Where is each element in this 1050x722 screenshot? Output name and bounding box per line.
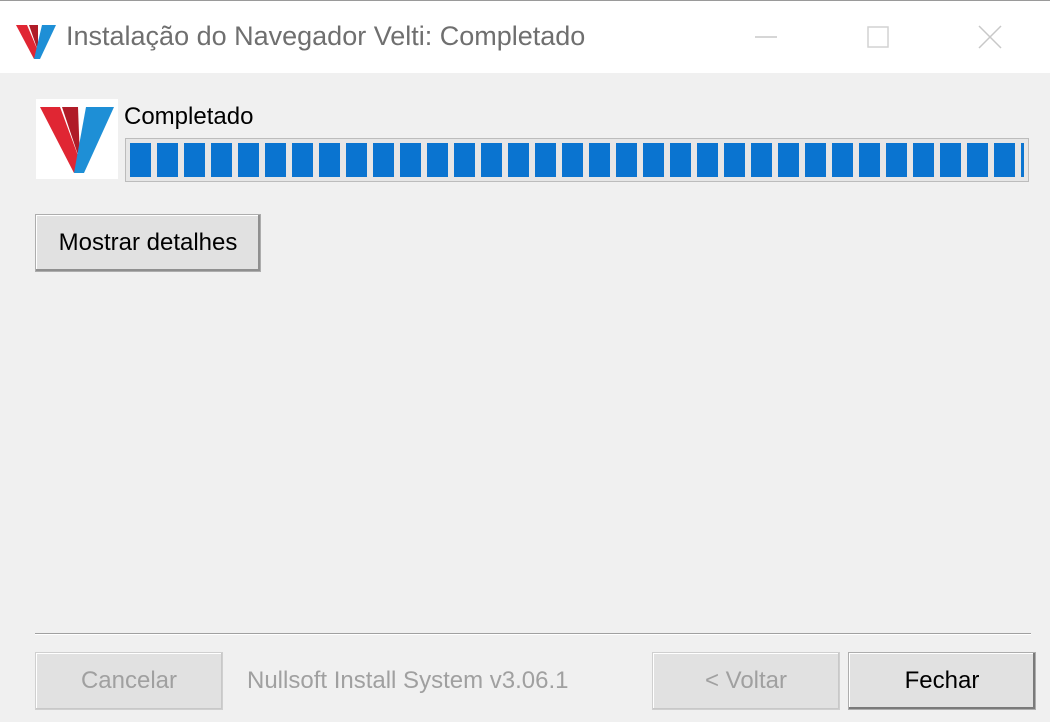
minimize-icon bbox=[755, 36, 777, 38]
title-bar[interactable]: Instalação do Navegador Velti: Completad… bbox=[0, 1, 1050, 73]
maximize-icon bbox=[867, 26, 889, 48]
status-label: Completado bbox=[124, 103, 254, 130]
maximize-button[interactable] bbox=[818, 1, 938, 73]
show-details-button[interactable]: Mostrar detalhes bbox=[35, 214, 261, 272]
window-title: Instalação do Navegador Velti: Completad… bbox=[66, 21, 586, 51]
velti-logo bbox=[36, 99, 118, 179]
back-button[interactable]: < Voltar bbox=[652, 652, 840, 710]
progress-bar bbox=[125, 138, 1029, 182]
installer-window: Instalação do Navegador Velti: Completad… bbox=[0, 0, 1050, 722]
close-button[interactable] bbox=[930, 1, 1050, 73]
velti-logo-icon bbox=[16, 25, 56, 59]
minimize-button[interactable] bbox=[706, 1, 826, 73]
finish-close-button[interactable]: Fechar bbox=[848, 652, 1036, 710]
cancel-button[interactable]: Cancelar bbox=[35, 652, 223, 710]
nsis-branding: Nullsoft Install System v3.06.1 bbox=[247, 667, 569, 694]
footer-separator bbox=[35, 633, 1031, 635]
close-icon bbox=[978, 25, 1002, 49]
progress-fill bbox=[130, 143, 1024, 177]
